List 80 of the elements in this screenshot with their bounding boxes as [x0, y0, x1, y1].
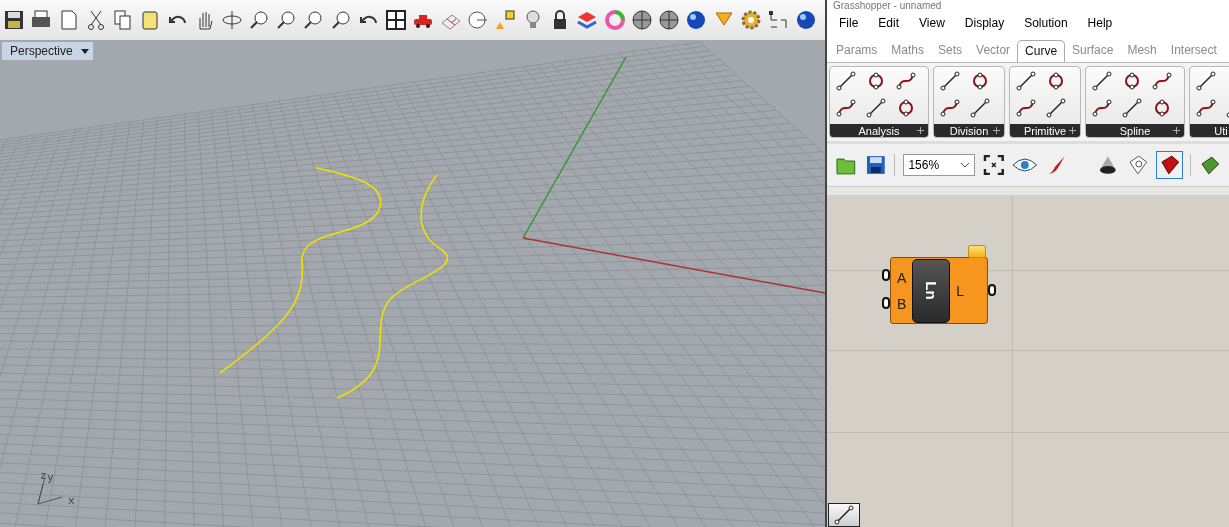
color-wheel-icon[interactable]: [603, 9, 626, 31]
eye-icon[interactable]: [1012, 157, 1038, 173]
group-label: Uti: [1214, 124, 1228, 137]
zoom-value: 156%: [908, 158, 940, 172]
sphere-icon[interactable]: [794, 9, 817, 31]
curve-tool-icon[interactable]: [1196, 97, 1216, 118]
group-label: Analysis: [858, 124, 900, 137]
tab[interactable]: Vector: [969, 40, 1018, 62]
curve-tool-icon[interactable]: [970, 97, 990, 118]
tab[interactable]: Params: [829, 40, 885, 62]
curve-tool-icon[interactable]: [896, 71, 916, 91]
tab[interactable]: Intersect: [1163, 40, 1224, 62]
curve-tool-icon[interactable]: [940, 71, 960, 91]
axis-label: z: [40, 470, 47, 481]
expand-icon[interactable]: [1173, 127, 1180, 134]
curve-tool-icon[interactable]: [1016, 71, 1036, 91]
save-icon[interactable]: [3, 9, 25, 31]
preview-shape-icon[interactable]: [1097, 154, 1119, 176]
curve-tool-icon[interactable]: [1152, 97, 1172, 118]
zoom-extents-icon[interactable]: [982, 154, 1005, 176]
line-component[interactable]: A B Ln L: [890, 257, 988, 324]
curve-tool-icon[interactable]: [1092, 97, 1112, 118]
expand-icon[interactable]: [993, 127, 1000, 134]
group-label: Spline: [1119, 124, 1151, 137]
curve-tool-icon[interactable]: [836, 97, 856, 118]
line-tool-button[interactable]: [828, 503, 860, 527]
sphere-icon[interactable]: [685, 9, 708, 31]
curve-tool-icon[interactable]: [866, 97, 886, 118]
menu-item[interactable]: Display: [964, 16, 1015, 36]
menu-item[interactable]: Help: [1087, 16, 1123, 36]
menu-item[interactable]: Edit: [878, 16, 910, 36]
curve-tool-icon[interactable]: [896, 97, 916, 118]
menu-item[interactable]: View: [919, 16, 955, 36]
menu-item[interactable]: File: [839, 16, 869, 36]
curve-tool-icon[interactable]: [1122, 71, 1142, 91]
layers-icon[interactable]: [576, 9, 599, 31]
tab[interactable]: Mesh: [1120, 40, 1164, 62]
viewport-title: Perspective: [10, 44, 73, 58]
menu-item[interactable]: Solution: [1024, 16, 1078, 36]
input-param: A: [897, 269, 907, 286]
zoom-selected-icon[interactable]: [330, 9, 353, 31]
curve-tool-icon[interactable]: [1122, 97, 1142, 118]
zoom-icon[interactable]: [248, 9, 271, 31]
curve-tool-icon[interactable]: [1046, 97, 1066, 118]
curve-tool-icon[interactable]: [836, 71, 856, 91]
tab[interactable]: Sets: [931, 40, 970, 62]
curve-tool-icon[interactable]: [1196, 71, 1216, 91]
tab[interactable]: Surface: [1065, 40, 1121, 62]
zoom-dropdown[interactable]: 156%: [903, 154, 975, 176]
viewport-tab[interactable]: Perspective: [2, 42, 93, 60]
curve-tool-icon[interactable]: [940, 97, 960, 118]
output-param: L: [956, 282, 965, 299]
curve-tool-icon[interactable]: [866, 71, 886, 91]
save-icon[interactable]: [864, 154, 887, 176]
gear-icon[interactable]: [740, 9, 762, 31]
curve-tool-icon[interactable]: [1092, 71, 1112, 91]
zoom-window-icon[interactable]: [275, 9, 298, 31]
tab[interactable]: Curve: [1017, 40, 1066, 62]
curve-tool-icon[interactable]: [1046, 71, 1066, 91]
shapes-icon[interactable]: [494, 9, 517, 31]
caret-icon[interactable]: [80, 48, 89, 54]
expand-icon[interactable]: [1069, 127, 1076, 134]
sphere-icon[interactable]: [630, 9, 653, 31]
window-title: Grasshopper - unnamed: [833, 0, 942, 11]
sphere-icon[interactable]: [658, 9, 681, 31]
circle-icon[interactable]: [467, 9, 490, 31]
component-nickname: Ln: [922, 281, 940, 300]
chevron-down-icon: [959, 162, 970, 168]
curve-tool-icon[interactable]: [1016, 97, 1036, 118]
expand-icon[interactable]: [917, 127, 924, 134]
curve-tool-icon[interactable]: [1152, 71, 1172, 91]
input-param: B: [897, 295, 907, 312]
curve-tool-icon[interactable]: [970, 71, 990, 91]
group-label: Division: [949, 124, 989, 137]
axis-label: y: [47, 472, 54, 483]
axis-label: x: [68, 495, 75, 506]
viewports-icon[interactable]: [385, 9, 408, 31]
rotate-icon[interactable]: [221, 9, 244, 31]
tab[interactable]: Maths: [884, 40, 932, 62]
group-label: Primitive: [1023, 124, 1067, 137]
